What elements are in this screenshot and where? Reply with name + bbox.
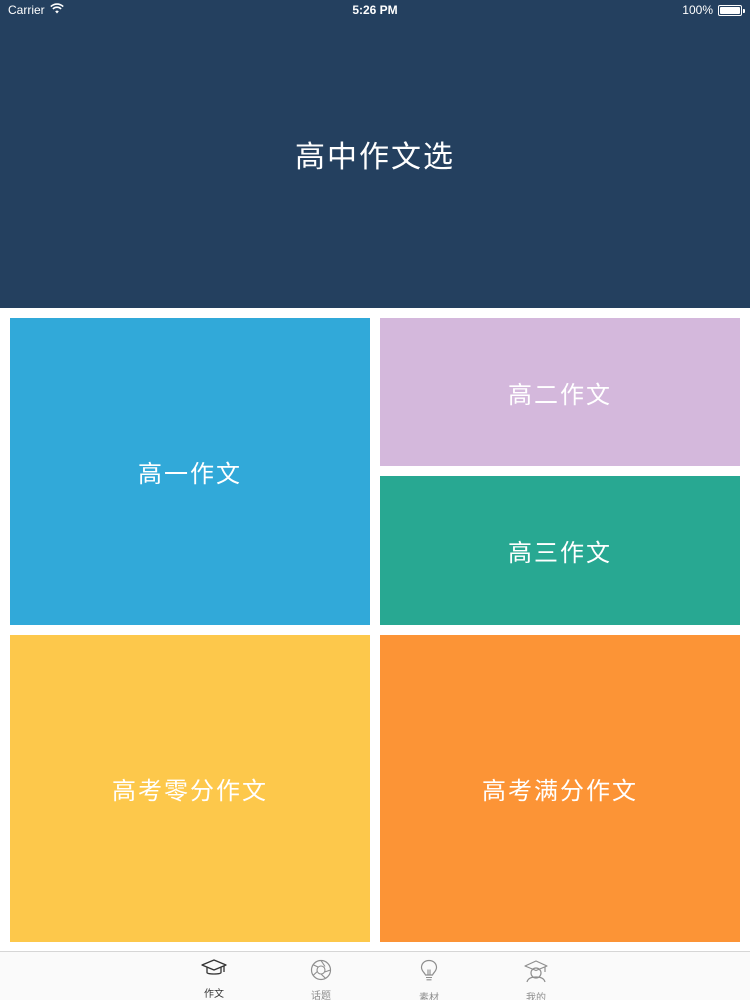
carrier-label: Carrier [8,3,45,17]
tile-grade-one[interactable]: 高一作文 [10,318,370,625]
tile-label: 高一作文 [138,460,242,488]
tile-label: 高二作文 [508,380,612,409]
battery-icon [718,4,745,16]
profile-icon [523,952,549,987]
tab-essays[interactable]: 作文 [184,952,244,1000]
tile-gaokao-zero-score[interactable]: 高考零分作文 [10,635,370,942]
status-bar: Carrier 5:26 PM 100% [0,0,750,20]
tab-profile[interactable]: 我的 [506,952,566,1000]
header-banner: 高中作文选 [0,0,750,308]
battery-percent: 100% [682,3,713,17]
tile-label: 高考满分作文 [482,777,638,805]
tab-label: 作文 [204,989,224,1000]
tile-label: 高考零分作文 [112,777,268,805]
tab-materials[interactable]: 素材 [399,952,459,1000]
status-left: Carrier [8,3,64,17]
tile-grade-two[interactable]: 高二作文 [380,318,740,466]
aperture-icon [310,952,332,985]
graduation-cap-icon [201,952,227,983]
status-right: 100% [682,3,745,17]
page-title: 高中作文选 [295,140,455,175]
tab-topics[interactable]: 话题 [291,952,351,1000]
tab-label: 素材 [419,993,439,1000]
tile-label: 高三作文 [508,539,612,567]
tab-label: 话题 [311,991,331,1000]
tab-label: 我的 [526,993,546,1000]
tab-bar: 作文 话题 素材 我的 [0,951,750,1000]
status-time: 5:26 PM [352,3,398,17]
tile-grade-three[interactable]: 高三作文 [380,476,740,625]
lightbulb-icon [419,952,439,987]
tile-gaokao-full-score[interactable]: 高考满分作文 [380,635,740,942]
wifi-icon [49,3,64,17]
battery-fill [720,6,740,14]
